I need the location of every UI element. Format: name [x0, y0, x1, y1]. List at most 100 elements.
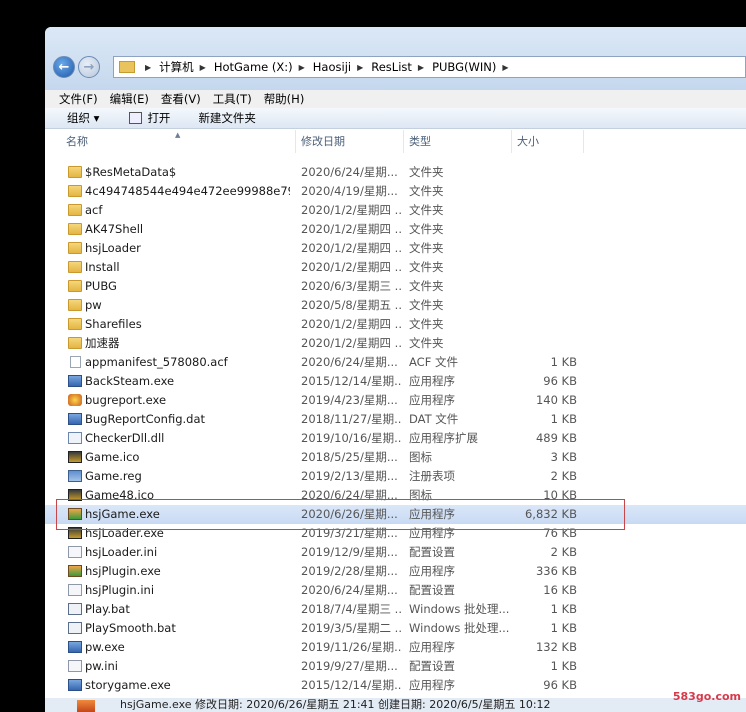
file-date: 2015/12/14/星期...	[301, 374, 401, 388]
file-size: 96 KB	[543, 678, 577, 692]
file-date: 2020/6/24/星期...	[301, 165, 398, 179]
file-list: $ResMetaData$ 2020/6/24/星期... 文件夹 4c4947485…	[45, 163, 746, 695]
exe-icon	[68, 375, 82, 387]
file-type: 应用程序	[409, 678, 455, 692]
chevron-right-icon[interactable]: ▶	[418, 63, 424, 72]
file-row[interactable]: hsjPlugin.exe 2019/2/28/星期... 应用程序 336 KB	[45, 562, 746, 581]
file-row[interactable]: pw.ini 2019/9/27/星期... 配置设置 1 KB	[45, 657, 746, 676]
file-date: 2020/6/24/星期...	[301, 583, 398, 597]
file-row[interactable]: CheckerDll.dll 2019/10/16/星期... 应用程序扩展 489 …	[45, 429, 746, 448]
bat-icon	[68, 622, 82, 634]
file-name: Install	[85, 260, 120, 274]
back-button[interactable]: ←	[53, 56, 75, 78]
file-type: DAT 文件	[409, 412, 459, 426]
title-frame: ← → ▶ 计算机 ▶ HotGame (X:) ▶ Haosiji ▶ Res…	[45, 27, 746, 90]
file-row[interactable]: BackSteam.exe 2015/12/14/星期... 应用程序 96 KB	[45, 372, 746, 391]
file-type: 文件夹	[409, 241, 444, 255]
organize-button[interactable]: 组织 ▾	[67, 110, 99, 126]
file-name: AK47Shell	[85, 222, 144, 236]
crumb-haosiji[interactable]: Haosiji	[313, 60, 351, 74]
menu-file[interactable]: 文件(F)	[59, 91, 98, 107]
file-row[interactable]: Sharefiles 2020/1/2/星期四 ... 文件夹	[45, 315, 746, 334]
chevron-right-icon[interactable]: ▶	[502, 63, 508, 72]
file-row[interactable]: acf 2020/1/2/星期四 ... 文件夹	[45, 201, 746, 220]
img-icon	[68, 451, 82, 463]
menu-help[interactable]: 帮助(H)	[264, 91, 305, 107]
file-name: hsjLoader	[85, 241, 141, 255]
file-type: 文件夹	[409, 317, 444, 331]
crumb-computer[interactable]: 计算机	[159, 59, 194, 75]
file-name: appmanifest_578080.acf	[85, 355, 228, 369]
menu-tools[interactable]: 工具(T)	[213, 91, 252, 107]
file-size: 3 KB	[550, 450, 577, 464]
folder-icon	[68, 318, 82, 330]
file-size	[515, 239, 577, 258]
file-type: 应用程序扩展	[409, 431, 478, 445]
chevron-right-icon[interactable]: ▶	[299, 63, 305, 72]
file-row[interactable]: Game.reg 2019/2/13/星期... 注册表项 2 KB	[45, 467, 746, 486]
file-date: 2019/3/5/星期二 ...	[301, 621, 401, 635]
file-row[interactable]: storygame.exe 2015/12/14/星期... 应用程序 96 KB	[45, 676, 746, 695]
folder-icon	[119, 61, 135, 73]
exe-icon	[68, 641, 82, 653]
address-bar[interactable]: ▶ 计算机 ▶ HotGame (X:) ▶ Haosiji ▶ ResList…	[113, 56, 746, 78]
file-date: 2020/6/24/星期...	[301, 355, 398, 369]
file-row[interactable]: hsjLoader 2020/1/2/星期四 ... 文件夹	[45, 239, 746, 258]
file-row[interactable]: 4c494748544e494e472ee99988e79bb4 2020/4/1…	[45, 182, 746, 201]
file-name: pw	[85, 298, 102, 312]
open-button[interactable]: 打开	[129, 110, 170, 126]
file-row[interactable]: PUBG 2020/6/3/星期三 ... 文件夹	[45, 277, 746, 296]
forward-button[interactable]: →	[78, 56, 100, 78]
explorer-window: ← → ▶ 计算机 ▶ HotGame (X:) ▶ Haosiji ▶ Res…	[45, 27, 746, 712]
command-bar: 组织 ▾ 打开 新建文件夹	[45, 108, 746, 129]
file-size	[515, 258, 577, 277]
file-row[interactable]: pw 2020/5/8/星期五 ... 文件夹	[45, 296, 746, 315]
column-header: 名称 修改日期 类型 大小	[45, 130, 746, 153]
file-size	[515, 182, 577, 201]
file-row[interactable]: Install 2020/1/2/星期四 ... 文件夹	[45, 258, 746, 277]
file-row[interactable]: Play.bat 2018/7/4/星期三 ... Windows 批处理... 1 …	[45, 600, 746, 619]
file-date: 2018/5/25/星期...	[301, 450, 398, 464]
file-size: 1 KB	[550, 355, 577, 369]
file-size	[515, 220, 577, 239]
status-text: hsjGame.exe 修改日期: 2020/6/26/星期五 21:41 创建…	[120, 698, 551, 711]
file-date: 2020/1/2/星期四 ...	[301, 241, 401, 255]
file-row[interactable]: BugReportConfig.dat 2018/11/27/星期... DAT 文…	[45, 410, 746, 429]
new-folder-button[interactable]: 新建文件夹	[198, 110, 256, 126]
ini-icon	[68, 584, 82, 596]
file-date: 2015/12/14/星期...	[301, 678, 401, 692]
file-size	[515, 334, 577, 353]
column-type[interactable]: 类型	[404, 130, 512, 153]
chevron-right-icon[interactable]: ▶	[357, 63, 363, 72]
crumb-pubg[interactable]: PUBG(WIN)	[432, 60, 496, 74]
file-size: 2 KB	[550, 469, 577, 483]
bat-icon	[68, 603, 82, 615]
dll-icon	[68, 432, 82, 444]
folder-icon	[68, 204, 82, 216]
file-row[interactable]: bugreport.exe 2019/4/23/星期... 应用程序 140 KB	[45, 391, 746, 410]
file-row[interactable]: PlaySmooth.bat 2019/3/5/星期二 ... Windows 批处…	[45, 619, 746, 638]
column-size[interactable]: 大小	[512, 130, 584, 153]
file-row[interactable]: appmanifest_578080.acf 2020/6/24/星期... ACF…	[45, 353, 746, 372]
column-date[interactable]: 修改日期	[296, 130, 404, 153]
file-type: Windows 批处理...	[409, 602, 509, 616]
file-date: 2020/1/2/星期四 ...	[301, 203, 401, 217]
file-row[interactable]: AK47Shell 2020/1/2/星期四 ... 文件夹	[45, 220, 746, 239]
file-row[interactable]: pw.exe 2019/11/26/星期... 应用程序 132 KB	[45, 638, 746, 657]
chevron-right-icon[interactable]: ▶	[145, 63, 151, 72]
file-row[interactable]: 加速器 2020/1/2/星期四 ... 文件夹	[45, 334, 746, 353]
crumb-drive[interactable]: HotGame (X:)	[214, 60, 293, 74]
file-date: 2019/2/28/星期...	[301, 564, 398, 578]
crumb-reslist[interactable]: ResList	[371, 60, 412, 74]
file-type: 文件夹	[409, 279, 444, 293]
file-type: 应用程序	[409, 640, 455, 654]
menu-view[interactable]: 查看(V)	[161, 91, 201, 107]
file-row[interactable]: hsjLoader.ini 2019/12/9/星期... 配置设置 2 KB	[45, 543, 746, 562]
file-row[interactable]: hsjPlugin.ini 2020/6/24/星期... 配置设置 16 KB	[45, 581, 746, 600]
file-row[interactable]: $ResMetaData$ 2020/6/24/星期... 文件夹	[45, 163, 746, 182]
folder-icon	[68, 223, 82, 235]
chevron-right-icon[interactable]: ▶	[200, 63, 206, 72]
file-type: 文件夹	[409, 298, 444, 312]
menu-edit[interactable]: 编辑(E)	[110, 91, 149, 107]
file-row[interactable]: Game.ico 2018/5/25/星期... 图标 3 KB	[45, 448, 746, 467]
